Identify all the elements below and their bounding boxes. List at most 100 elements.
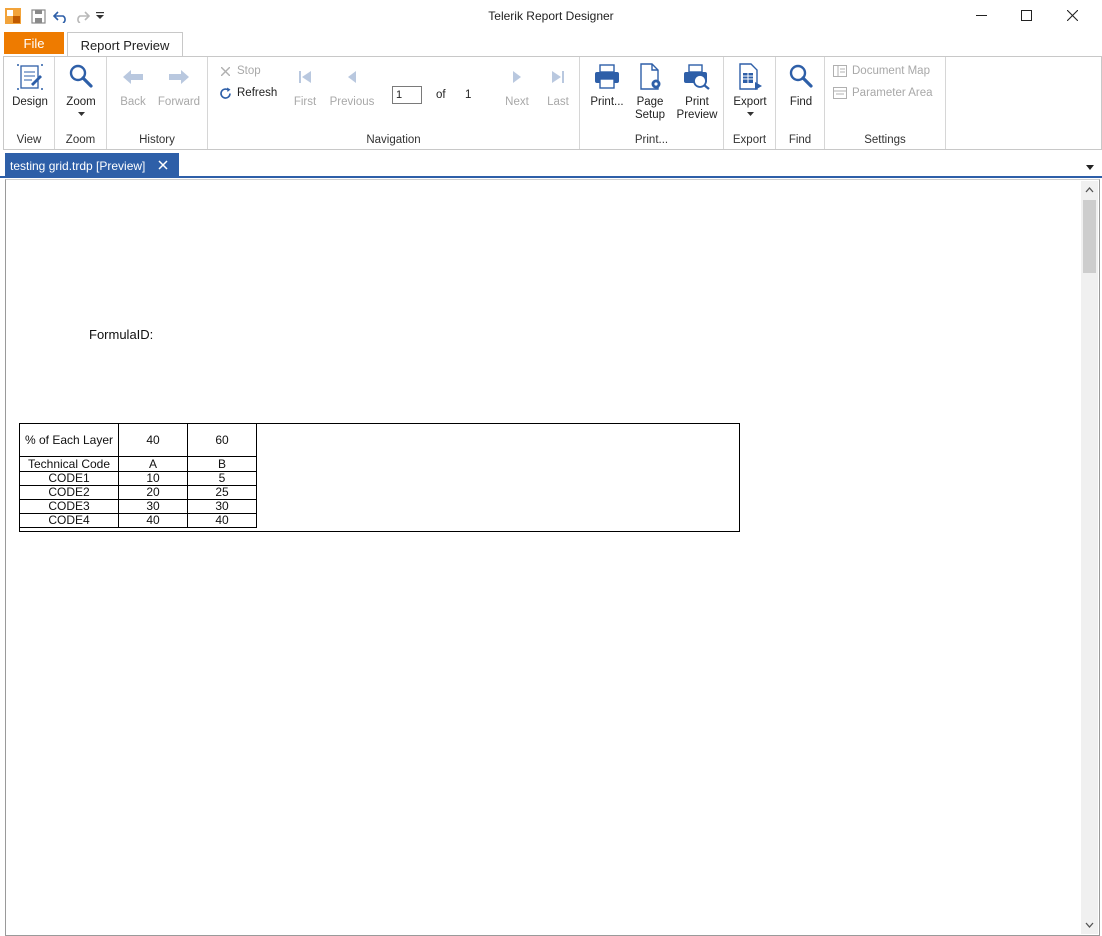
refresh-label: Refresh xyxy=(237,87,278,99)
ribbon-group-print: Print... Page Setup Print Preview Print.… xyxy=(580,57,724,149)
document-map-icon xyxy=(833,64,847,78)
table-cell: 10 xyxy=(118,471,188,486)
view-group-label: View xyxy=(16,134,42,146)
design-button[interactable]: Design xyxy=(10,61,50,109)
zoom-label: Zoom xyxy=(66,96,96,108)
window-title: Telerik Report Designer xyxy=(488,9,614,23)
table-row: CODE1 10 5 xyxy=(19,471,257,486)
table-cell: B xyxy=(187,456,257,472)
last-button[interactable]: Last xyxy=(541,61,575,109)
parameter-area-button[interactable]: Parameter Area xyxy=(833,86,933,100)
next-page-icon xyxy=(501,61,533,93)
back-label: Back xyxy=(120,96,146,108)
table-cell: A xyxy=(118,456,188,472)
export-label: Export xyxy=(733,96,767,108)
zoom-icon xyxy=(65,61,97,93)
report-table: % of Each Layer 40 60 Technical Code A B… xyxy=(19,423,257,528)
stop-label: Stop xyxy=(237,65,261,77)
table-header-row: % of Each Layer 40 60 xyxy=(19,423,257,457)
ribbon: Design View Zoom Zoom Back Forward Histo… xyxy=(3,56,1102,150)
tab-overflow-icon[interactable] xyxy=(1086,160,1094,174)
formula-id-label: FormulaID: xyxy=(89,327,154,342)
stop-icon xyxy=(218,64,232,78)
table-cell: CODE1 xyxy=(19,471,119,486)
printer-icon xyxy=(591,61,623,93)
table-cell: 40 xyxy=(118,423,188,457)
print-label: Print... xyxy=(590,96,624,108)
find-group-label: Find xyxy=(788,134,812,146)
total-pages-label: 1 xyxy=(465,89,472,101)
table-cell: CODE2 xyxy=(19,485,119,500)
print-preview-icon xyxy=(681,61,713,93)
close-tab-icon[interactable] xyxy=(156,158,170,172)
previous-page-icon xyxy=(336,61,368,93)
ribbon-group-navigation: Stop Refresh First Previous 1 of 1 Next … xyxy=(208,57,580,149)
vertical-scrollbar[interactable] xyxy=(1081,181,1098,934)
find-label: Find xyxy=(789,96,813,108)
last-label: Last xyxy=(547,96,569,108)
page-setup-button[interactable]: Page Setup xyxy=(631,61,669,122)
document-tab-label: testing grid.trdp [Preview] xyxy=(10,158,146,173)
last-page-icon xyxy=(542,61,574,93)
previous-label: Previous xyxy=(329,96,375,108)
table-cell: 25 xyxy=(187,485,257,500)
forward-label: Forward xyxy=(157,96,201,108)
scroll-up-icon[interactable] xyxy=(1081,183,1098,197)
document-tab[interactable]: testing grid.trdp [Preview] xyxy=(5,153,179,178)
ribbon-tab-row: File Report Preview xyxy=(0,31,1102,57)
of-label: of xyxy=(436,89,446,101)
first-page-icon xyxy=(289,61,321,93)
first-label: First xyxy=(293,96,317,108)
scrollbar-thumb[interactable] xyxy=(1083,200,1096,273)
table-cell: 5 xyxy=(187,471,257,486)
refresh-icon xyxy=(218,86,232,100)
table-cell: 40 xyxy=(187,513,257,528)
find-button[interactable]: Find xyxy=(782,61,820,109)
table-row: CODE3 30 30 xyxy=(19,499,257,514)
export-icon xyxy=(734,61,766,93)
maximize-button[interactable] xyxy=(1003,0,1049,30)
ribbon-group-view: Design View xyxy=(4,57,55,149)
stop-button[interactable]: Stop xyxy=(218,64,261,78)
ribbon-group-settings: Document Map Parameter Area Settings xyxy=(825,57,946,149)
document-map-label: Document Map xyxy=(852,65,930,77)
minimize-button[interactable] xyxy=(958,0,1004,30)
print-preview-label-2: Preview xyxy=(676,109,718,121)
title-bar: Telerik Report Designer xyxy=(0,0,1102,31)
arrow-right-icon xyxy=(163,61,195,93)
scroll-down-icon[interactable] xyxy=(1081,918,1098,932)
page-setup-icon xyxy=(634,61,666,93)
table-cell: 30 xyxy=(118,499,188,514)
refresh-button[interactable]: Refresh xyxy=(218,86,277,100)
tab-file[interactable]: File xyxy=(4,32,64,54)
tab-report-preview[interactable]: Report Preview xyxy=(67,32,183,57)
forward-button[interactable]: Forward xyxy=(155,61,203,109)
export-button[interactable]: Export xyxy=(730,61,770,117)
settings-group-label: Settings xyxy=(864,134,906,146)
print-preview-button[interactable]: Print Preview xyxy=(674,61,720,122)
table-cell: % of Each Layer xyxy=(19,423,119,457)
print-button[interactable]: Print... xyxy=(585,61,629,109)
document-map-button[interactable]: Document Map xyxy=(833,64,930,78)
back-button[interactable]: Back xyxy=(113,61,153,109)
table-cell: Technical Code xyxy=(19,456,119,472)
close-window-button[interactable] xyxy=(1049,0,1095,30)
table-header-row: Technical Code A B xyxy=(19,456,257,472)
next-button[interactable]: Next xyxy=(500,61,534,109)
export-group-label: Export xyxy=(732,134,767,146)
print-preview-label-1: Print xyxy=(685,96,709,108)
ribbon-group-zoom: Zoom Zoom xyxy=(55,57,107,149)
table-cell: CODE3 xyxy=(19,499,119,514)
zoom-button[interactable]: Zoom xyxy=(62,61,100,117)
chevron-down-icon xyxy=(746,112,754,116)
ribbon-group-export: Export Export xyxy=(724,57,776,149)
first-button[interactable]: First xyxy=(288,61,322,109)
table-row: CODE4 40 40 xyxy=(19,513,257,528)
previous-button[interactable]: Previous xyxy=(327,61,377,109)
parameter-area-label: Parameter Area xyxy=(852,87,933,99)
page-number-input[interactable]: 1 xyxy=(392,86,422,104)
document-tab-bar: testing grid.trdp [Preview] xyxy=(0,151,1102,178)
navigation-group-label: Navigation xyxy=(366,134,421,146)
table-cell: 40 xyxy=(118,513,188,528)
print-group-label: Print... xyxy=(634,134,669,146)
